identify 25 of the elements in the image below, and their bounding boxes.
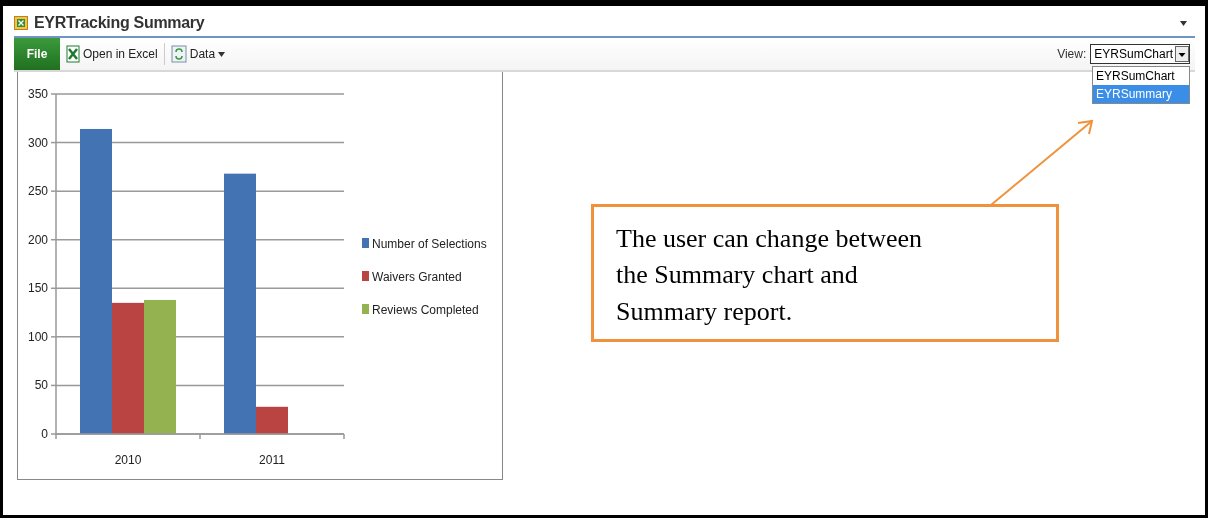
axis-tick-label: 100 xyxy=(27,329,48,344)
spreadsheet-icon xyxy=(66,45,80,63)
window-title: EYRTracking Summary xyxy=(34,14,205,32)
axis-tick-label: 0 xyxy=(41,427,48,441)
axis-tick-label: 300 xyxy=(27,135,48,150)
legend-label: Reviews Completed xyxy=(372,303,479,317)
callout-text: The user can change between the Summary chart and Summary report. xyxy=(616,223,924,328)
view-dropdown[interactable]: EYRSumChart xyxy=(1090,44,1190,64)
spreadsheet-icon xyxy=(14,16,28,30)
axis-tick-label: 150 xyxy=(27,281,48,296)
toolbar-button[interactable]: Data xyxy=(164,41,232,67)
axis-tick-label: 50 xyxy=(34,378,48,393)
toolbar-button[interactable]: Open in Excel xyxy=(60,41,164,67)
caret-icon[interactable] xyxy=(1180,20,1187,26)
file-button[interactable]: File xyxy=(14,38,60,70)
view-label: View: xyxy=(1057,47,1087,61)
refresh-document-icon xyxy=(170,45,187,63)
legend-label: Waivers Granted xyxy=(372,270,462,284)
legend-label: Number of Selections xyxy=(372,237,487,251)
axis-tick-label: 200 xyxy=(27,232,48,247)
axis-category-label: 2010 xyxy=(114,453,142,467)
axis-category-label: 2011 xyxy=(259,453,285,467)
caret-icon xyxy=(218,51,226,57)
axis-tick-label: 350 xyxy=(27,87,48,101)
axis-tick-label: 250 xyxy=(27,184,48,199)
